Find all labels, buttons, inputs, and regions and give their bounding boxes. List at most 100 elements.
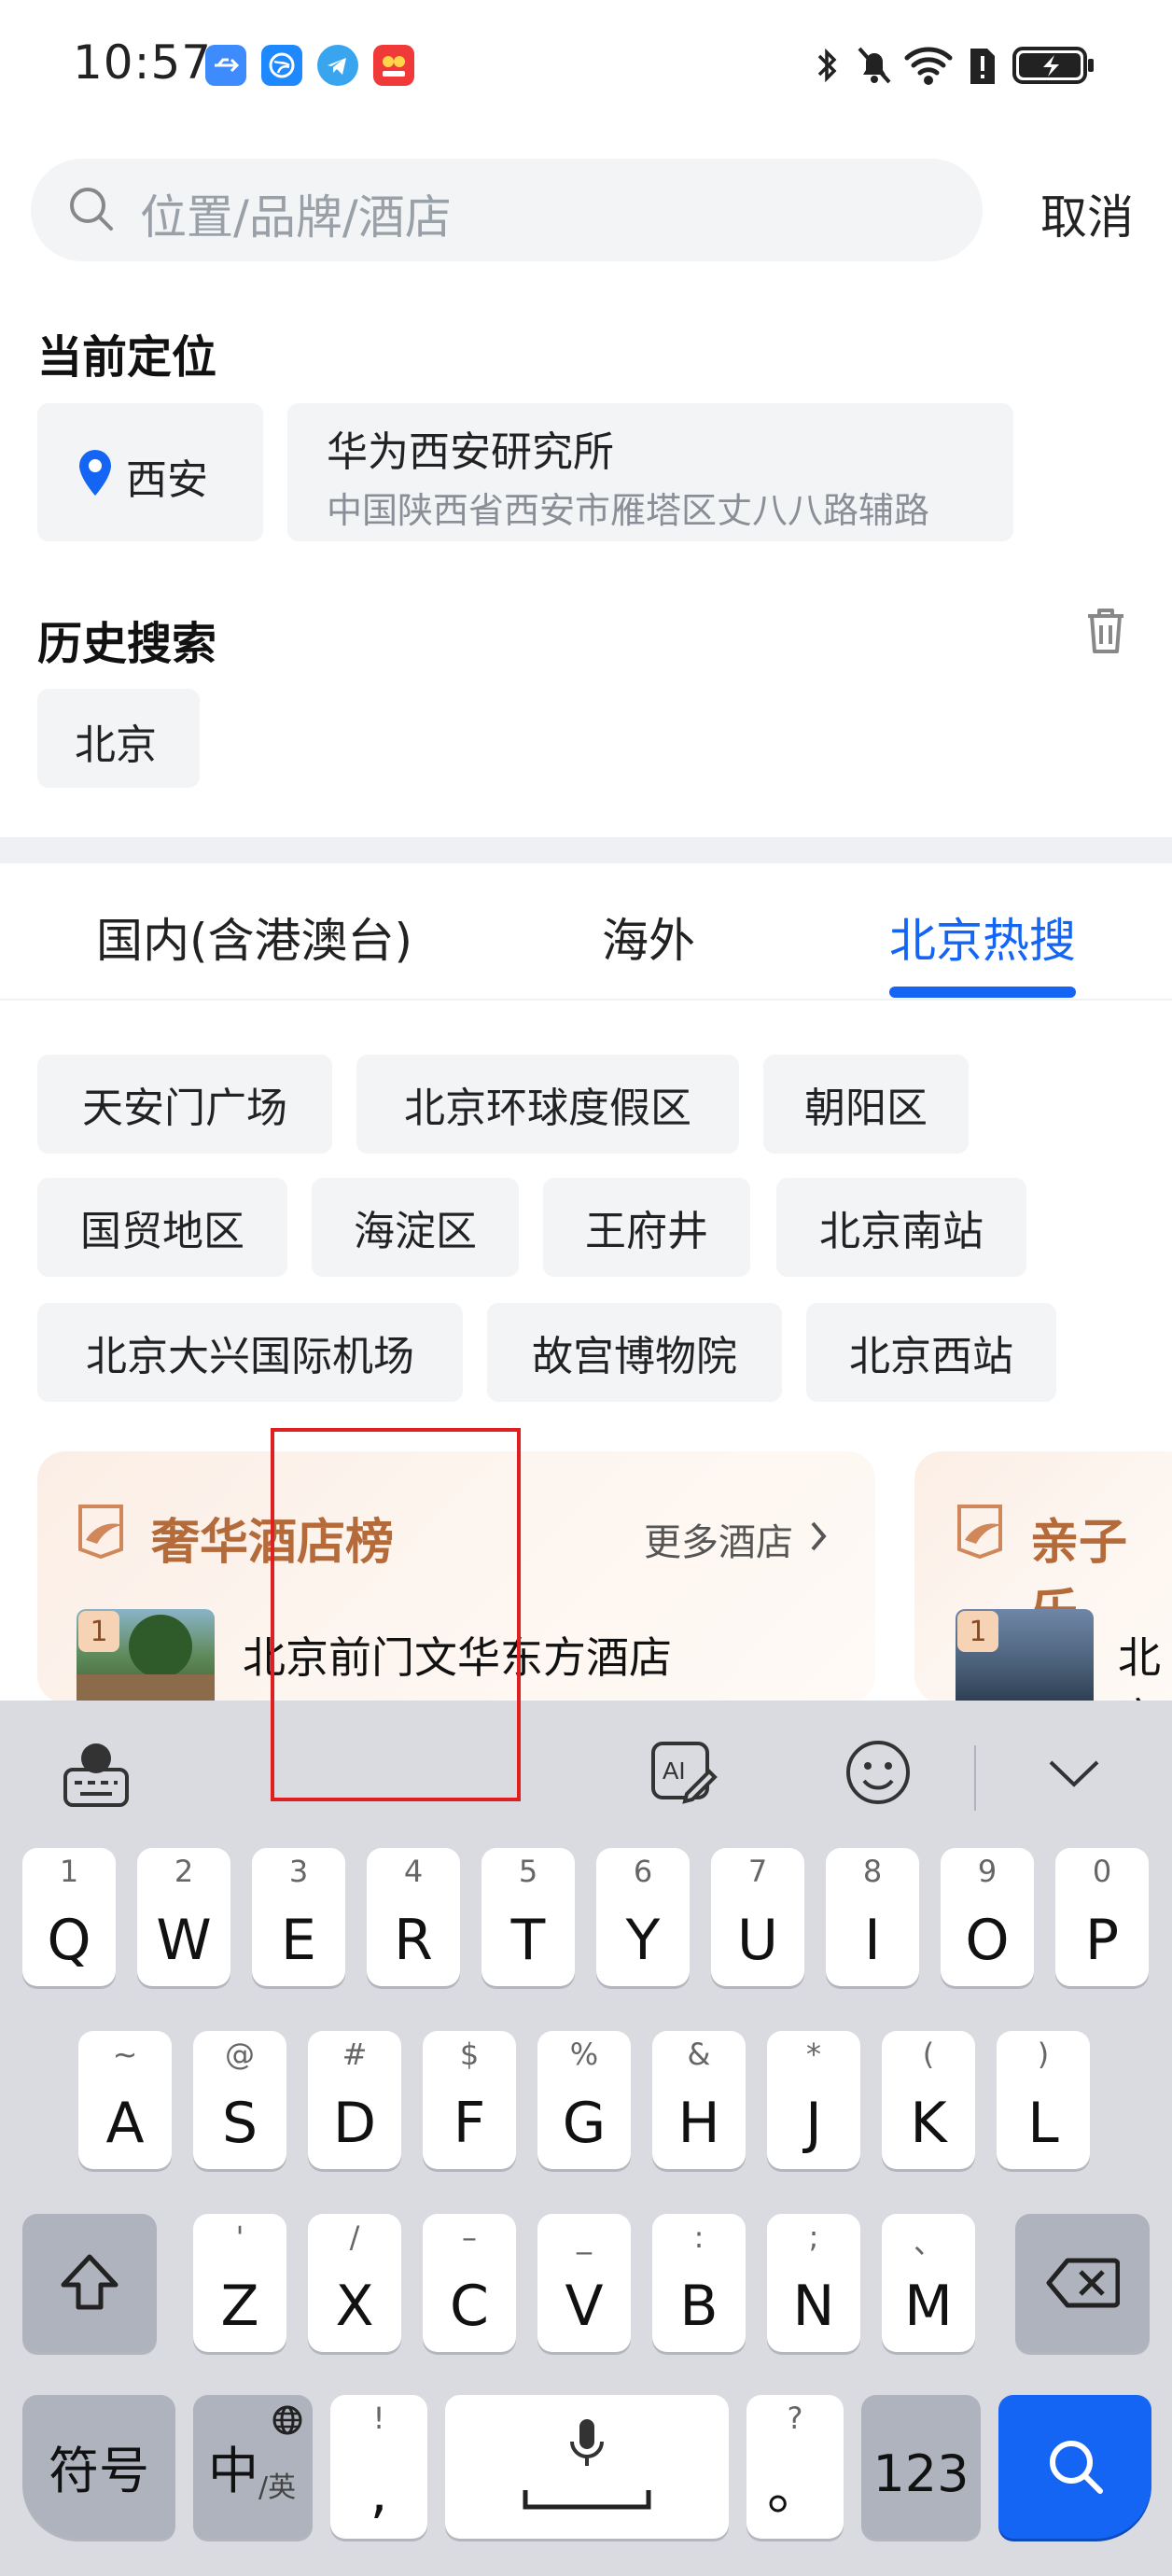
key-label: J xyxy=(805,2091,822,2156)
hot-tag[interactable]: 北京西站 xyxy=(806,1303,1056,1402)
key-g[interactable]: % G xyxy=(537,2031,631,2169)
trash-icon[interactable] xyxy=(1082,605,1129,661)
key-label: U xyxy=(737,1908,778,1973)
key-hint: 2 xyxy=(174,1854,194,1889)
key-t[interactable]: 5T xyxy=(481,1848,575,1986)
key-l[interactable]: ) L xyxy=(997,2031,1090,2169)
key-hint: 3 xyxy=(288,1854,309,1889)
ai-write-icon[interactable]: AI xyxy=(649,1738,720,1813)
period-key[interactable]: ? 。 xyxy=(746,2395,844,2539)
shift-key[interactable] xyxy=(22,2214,157,2352)
hot-tag[interactable]: 北京环球度假区 xyxy=(356,1055,739,1154)
symbols-key[interactable]: 符号 xyxy=(22,2395,175,2539)
key-w[interactable]: 2W xyxy=(137,1848,230,1986)
key-k[interactable]: (K xyxy=(882,2031,975,2169)
tab-domestic[interactable]: 国内(含港澳台) xyxy=(96,903,412,971)
key-b[interactable]: :B xyxy=(652,2214,746,2352)
key-c[interactable]: – C xyxy=(423,2214,516,2352)
backspace-key[interactable] xyxy=(1015,2214,1150,2352)
search-icon xyxy=(65,183,118,239)
keyboard-globe-icon[interactable] xyxy=(62,1738,131,1814)
key-label: I xyxy=(864,1908,881,1973)
shift-icon xyxy=(61,2254,119,2310)
key-label: Z xyxy=(220,2274,259,2339)
search-placeholder: 位置/品牌/酒店 xyxy=(140,190,452,245)
key-n[interactable]: ; N xyxy=(767,2214,860,2352)
search-submit-key[interactable] xyxy=(998,2395,1151,2539)
sim-alert-icon xyxy=(967,43,998,88)
rank-badge: 1 xyxy=(957,1611,998,1652)
key-a[interactable]: ~ A xyxy=(78,2031,172,2169)
key-r[interactable]: 4R xyxy=(367,1848,460,1986)
wifi-icon xyxy=(903,43,954,88)
key-q[interactable]: 1Q xyxy=(22,1848,116,1986)
comma-key[interactable]: ! , xyxy=(330,2395,427,2539)
more-hotels-link[interactable]: 更多酒店 xyxy=(644,1512,793,1566)
key-f[interactable]: $ F xyxy=(423,2031,516,2169)
svg-text:AI: AI xyxy=(663,1757,686,1785)
key-hint: ) xyxy=(1037,2037,1050,2072)
language-switch-key[interactable]: 中 /英 xyxy=(193,2395,313,2539)
hot-tag[interactable]: 国贸地区 xyxy=(37,1178,287,1277)
key-hint: $ xyxy=(459,2037,480,2072)
key-label: D xyxy=(332,2091,377,2156)
key-d[interactable]: # D xyxy=(308,2031,401,2169)
key-label: R xyxy=(394,1908,433,1973)
key-e[interactable]: 3E xyxy=(252,1848,345,1986)
search-icon xyxy=(1050,2441,1103,2494)
current-place-name: 华为西安研究所 xyxy=(327,428,614,476)
key-hint: ; xyxy=(808,2219,819,2255)
hot-tag[interactable]: 北京南站 xyxy=(776,1178,1026,1277)
space-key[interactable] xyxy=(445,2395,729,2539)
key-hint: 、 xyxy=(913,2225,943,2261)
lang-key-label: 中 xyxy=(208,2442,258,2500)
key-o[interactable]: 9O xyxy=(941,1848,1034,1986)
location-pin-icon xyxy=(77,448,114,502)
battery-charging-icon xyxy=(1012,43,1095,88)
key-p[interactable]: 0P xyxy=(1055,1848,1149,1986)
key-hint: – xyxy=(462,2219,477,2255)
mute-bell-icon xyxy=(854,43,895,88)
key-j[interactable]: * J xyxy=(767,2031,860,2169)
key-v[interactable]: _ V xyxy=(537,2214,631,2352)
key-hint: 5 xyxy=(518,1854,538,1889)
hot-tag[interactable]: 天安门广场 xyxy=(37,1055,332,1154)
video-app-icon xyxy=(373,45,414,86)
key-label: T xyxy=(510,1908,546,1973)
key-y[interactable]: 6Y xyxy=(596,1848,690,1986)
cancel-button[interactable]: 取消 xyxy=(1040,180,1134,247)
globe-icon xyxy=(272,2405,302,2435)
highlight-box xyxy=(271,1428,521,1801)
emoji-icon[interactable] xyxy=(844,1738,913,1811)
key-h[interactable]: & H xyxy=(652,2031,746,2169)
tab-overseas[interactable]: 海外 xyxy=(602,903,695,971)
hot-tag[interactable]: 朝阳区 xyxy=(763,1055,969,1154)
key-label: P xyxy=(1084,1908,1120,1973)
numbers-key[interactable]: 123 xyxy=(861,2395,981,2539)
key-hint: ? xyxy=(787,2401,803,2436)
telegram-app-icon xyxy=(317,45,358,86)
hot-tag[interactable]: 王府井 xyxy=(543,1178,750,1277)
status-time: 10:57 xyxy=(73,35,213,90)
key-label: H xyxy=(677,2091,720,2156)
hot-tag[interactable]: 故宫博物院 xyxy=(487,1303,782,1402)
hotel-badge-icon xyxy=(75,1501,131,1564)
key-label: S xyxy=(221,2091,258,2156)
key-z[interactable]: ' Z xyxy=(193,2214,286,2352)
key-i[interactable]: 8I xyxy=(826,1848,919,1986)
key-label: B xyxy=(679,2274,719,2339)
key-u[interactable]: 7U xyxy=(711,1848,804,1986)
history-chip-label: 北京 xyxy=(75,721,157,769)
hot-tag[interactable]: 海淀区 xyxy=(312,1178,519,1277)
hot-tag[interactable]: 北京大兴国际机场 xyxy=(37,1303,463,1402)
key-hint: 7 xyxy=(747,1854,768,1889)
tab-beijing-hot[interactable]: 北京热搜 xyxy=(889,903,1076,971)
key-s[interactable]: @ S xyxy=(193,2031,286,2169)
key-label: Q xyxy=(47,1908,91,1973)
key-m[interactable]: 、 M xyxy=(882,2214,975,2352)
key-label: X xyxy=(335,2274,374,2339)
hotel-badge-icon xyxy=(954,1501,1010,1564)
collapse-keyboard-icon[interactable] xyxy=(1047,1755,1101,1796)
key-hint: : xyxy=(693,2219,705,2255)
key-x[interactable]: / X xyxy=(308,2214,401,2352)
